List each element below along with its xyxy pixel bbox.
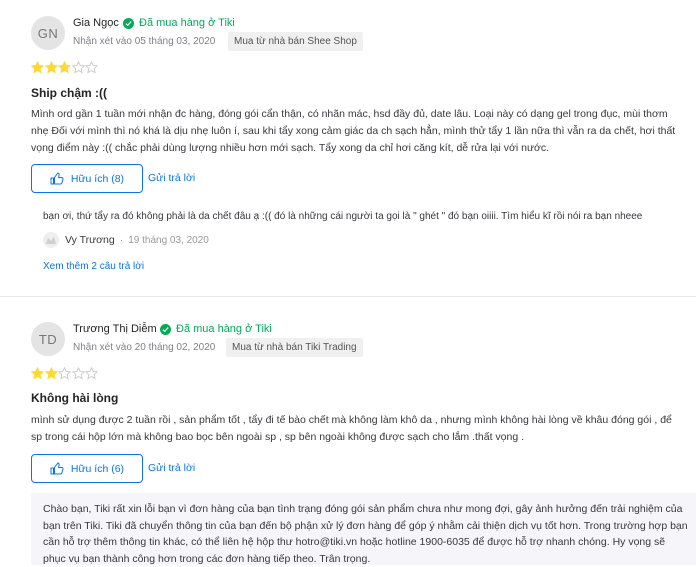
check-circle-icon [123,17,134,29]
comment-text: bạn ơi, thứ tẩy ra đó không phải là da c… [43,211,643,222]
reviewer-name: Trương Thị Diễm [73,323,157,335]
avatar: GN [31,16,65,50]
review-date: Nhận xét vào 20 tháng 02, 2020 [73,342,216,353]
star-filled-icon [31,367,44,380]
helpful-label: Hữu ích (6) [70,462,125,475]
meta-separator: · [119,234,124,246]
review-card: GN Gia Ngọc Đã mua hàng ở Tiki Nhận xét … [0,0,696,296]
verified-badge: Đã mua hàng ở Tiki [123,17,235,29]
review-card: TD Trương Thị Diễm Đã mua hàng ở Tiki Nh… [0,297,696,565]
reviewer-name: Gia Ngọc [73,17,119,29]
star-empty-icon [71,61,85,74]
thumbs-up-icon [50,462,64,475]
check-circle-icon [160,323,171,335]
verified-label: Đã mua hàng ở Tiki [176,323,272,335]
thumbs-up-icon [50,172,64,185]
see-more-replies-link[interactable]: Xem thêm 2 câu trả lời [43,261,144,272]
review-body: Mình ord gần 1 tuần mới nhận đc hàng, đó… [31,108,676,154]
star-empty-icon [85,367,98,380]
helpful-label: Hữu ích (8) [70,172,125,185]
review-title: Ship chậm :(( [31,86,108,100]
helpful-button[interactable]: Hữu ích (8) [31,164,143,193]
comment-meta: Vy Trương · 19 tháng 03, 2020 [43,232,209,248]
rating-stars [31,367,99,380]
avatar: TD [31,322,65,356]
verified-badge: Đã mua hàng ở Tiki [160,323,272,335]
rating-stars [31,61,99,74]
reply-button[interactable]: Gửi trả lời [148,462,195,474]
helpful-button[interactable]: Hữu ích (6) [31,454,143,483]
star-empty-icon [58,367,71,380]
comment-date: 19 tháng 03, 2020 [128,234,209,246]
review-body: mình sử dụng được 2 tuần rồi , sản phẩm … [31,414,672,443]
review-title: Không hài lòng [31,391,119,405]
star-filled-icon [44,367,58,380]
shop-badge: Mua từ nhà bán Tiki Trading [226,338,363,357]
review-date: Nhận xét vào 05 tháng 03, 2020 [73,36,216,47]
star-empty-icon [85,61,98,74]
star-filled-icon [31,61,44,74]
reply-button[interactable]: Gửi trả lời [148,172,195,184]
commenter-avatar [43,232,59,248]
star-filled-icon [44,61,58,74]
shop-badge: Mua từ nhà bán Shee Shop [228,32,363,51]
commenter-name: Vy Trương [65,234,115,246]
star-filled-icon [58,61,71,74]
star-empty-icon [71,367,85,380]
verified-label: Đã mua hàng ở Tiki [139,17,235,29]
seller-reply: Chào bạn, Tiki rất xin lỗi bạn vì đơn hà… [31,493,696,565]
